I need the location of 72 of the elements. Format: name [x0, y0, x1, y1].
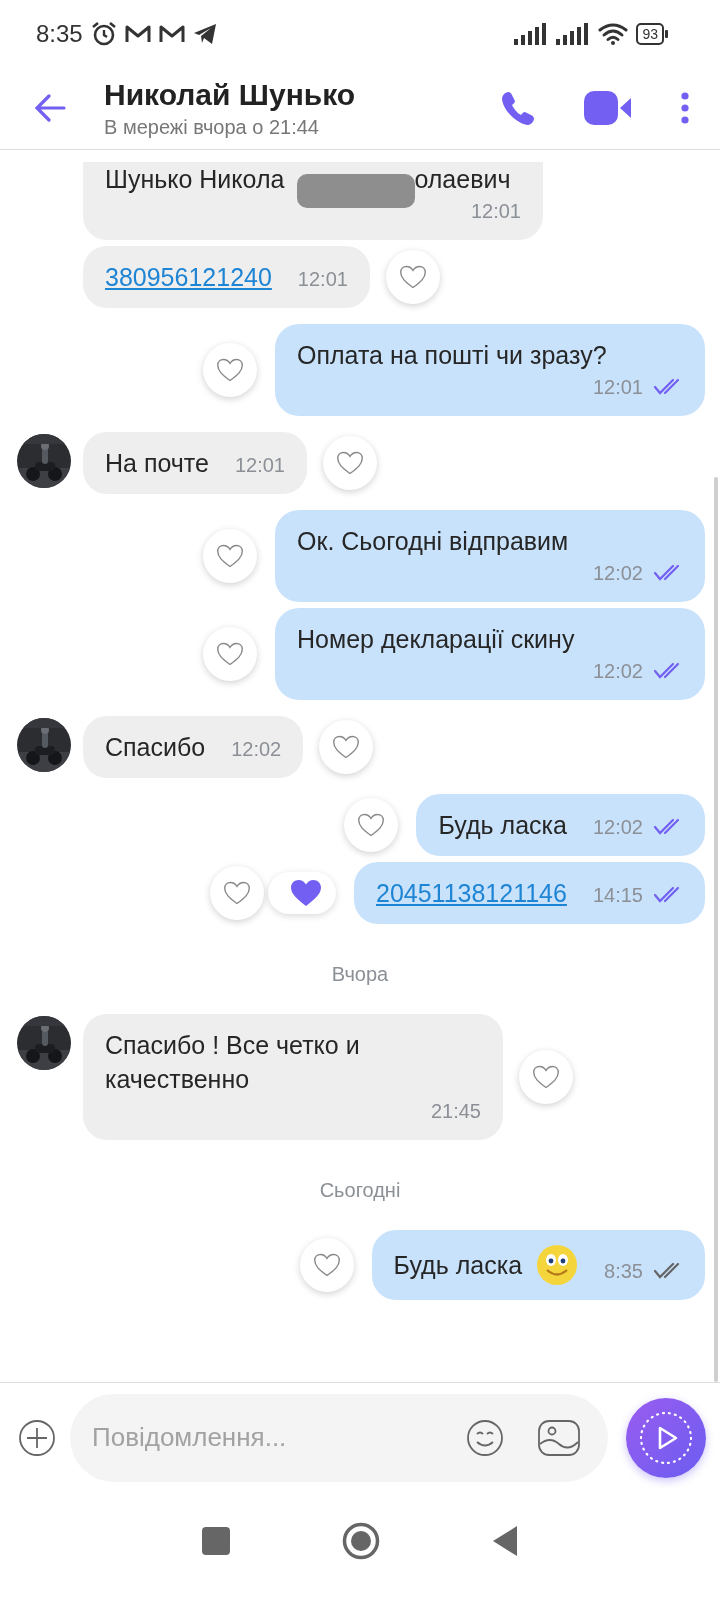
message-text: олаевич	[414, 164, 511, 195]
message-text: Ок. Сьогодні відправим	[297, 526, 569, 557]
image-icon[interactable]	[538, 1419, 580, 1456]
reaction-badge[interactable]	[268, 872, 336, 914]
home-icon[interactable]	[342, 1522, 380, 1560]
message-text: Спасибо	[105, 732, 206, 763]
send-button[interactable]	[626, 1397, 706, 1478]
heart-icon	[332, 734, 361, 760]
video-camera-icon[interactable]	[584, 91, 632, 125]
like-button[interactable]	[299, 1238, 354, 1292]
message-time: 12:01	[470, 199, 521, 224]
last-seen-status: В мережі вчора о 21:44	[104, 115, 320, 139]
message-time: 12:01	[234, 453, 285, 478]
paper-plane-icon	[192, 22, 217, 45]
scrollbar[interactable]	[714, 477, 718, 1382]
like-button[interactable]	[203, 627, 257, 681]
contact-avatar[interactable]	[17, 1014, 71, 1070]
more-options-icon[interactable]	[680, 92, 690, 124]
clock-time: 8:35	[36, 19, 83, 48]
mail-icon	[124, 23, 151, 44]
heart-icon	[357, 812, 386, 838]
like-button[interactable]	[385, 250, 440, 304]
like-button[interactable]	[322, 436, 377, 490]
like-button[interactable]	[344, 798, 399, 852]
heart-icon	[216, 641, 244, 667]
heart-icon	[223, 880, 251, 906]
message-time: 12:02	[231, 737, 282, 762]
heart-icon	[335, 450, 364, 476]
message-time: 12:02	[592, 815, 643, 840]
back-icon[interactable]	[492, 1525, 518, 1557]
contact-avatar[interactable]	[17, 432, 71, 488]
date-separator: Сьогодні	[319, 1178, 401, 1202]
heart-icon	[398, 264, 427, 290]
message-text: Номер декларації скину	[297, 624, 575, 655]
heart-icon	[216, 357, 244, 383]
signal-icon	[514, 22, 549, 45]
message-text: Оплата на пошті чи зразу?	[297, 340, 607, 371]
message-input-field[interactable]: Повідомлення...	[70, 1393, 608, 1482]
like-button[interactable]	[203, 529, 257, 583]
like-button[interactable]	[519, 1050, 573, 1104]
message-time: 8:35	[604, 1259, 643, 1284]
message-text: Шунько Никола	[105, 164, 285, 195]
contact-avatar[interactable]	[17, 716, 71, 772]
mail-icon	[158, 23, 185, 44]
heart-icon	[290, 879, 322, 907]
add-icon[interactable]	[18, 1418, 56, 1457]
contact-name: Николай Шунько	[104, 77, 357, 112]
message-text: Спасибо ! Все четко и качественно	[105, 1030, 361, 1095]
message-time: 14:15	[592, 883, 643, 908]
wifi-icon	[598, 22, 629, 45]
like-button[interactable]	[203, 343, 257, 397]
message-time: 21:45	[430, 1099, 481, 1124]
smiley-icon[interactable]	[466, 1418, 504, 1457]
message-time: 12:01	[592, 375, 643, 400]
date-separator: Вчора	[331, 962, 389, 986]
phone-icon[interactable]	[500, 90, 536, 126]
message-time: 12:01	[297, 267, 348, 292]
message-text: Будь ласка	[393, 1250, 523, 1281]
phone-number-link[interactable]: 20451138121146	[376, 876, 567, 910]
like-button[interactable]	[210, 866, 264, 920]
like-button[interactable]	[319, 720, 374, 774]
heart-icon	[532, 1064, 560, 1090]
message-text: Будь ласка	[438, 810, 567, 841]
signal-icon	[556, 22, 591, 45]
back-arrow-icon[interactable]	[34, 94, 66, 122]
phone-number-link[interactable]: 380956121240	[105, 260, 272, 294]
message-time: 12:02	[592, 561, 643, 586]
message-text: На почте	[105, 448, 209, 479]
heart-icon	[216, 543, 244, 569]
heart-icon	[312, 1252, 341, 1278]
alarm-icon	[90, 20, 117, 47]
message-time: 12:02	[592, 659, 643, 684]
